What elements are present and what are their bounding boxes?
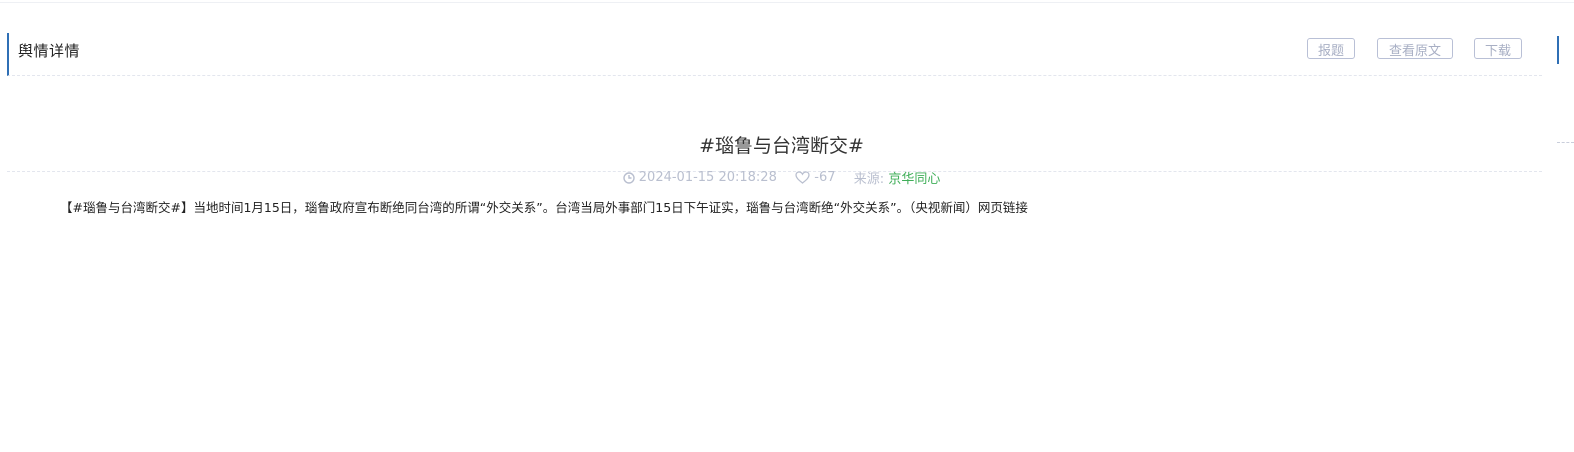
panel-title: 舆情详情 [18, 42, 81, 60]
article-header: #瑙鲁与台湾断交# 2024-01-15 20:18:28 -67 来源: 京华… [7, 109, 1542, 187]
top-divider [0, 2, 1574, 3]
source-label: 来源: [853, 172, 885, 187]
clock-icon [622, 170, 635, 185]
article-title: #瑙鲁与台湾断交# [699, 135, 864, 157]
adjacent-panel-accent [1557, 36, 1559, 64]
download-button[interactable]: 下载 [1474, 38, 1522, 59]
source-value[interactable]: 京华同心 [888, 168, 940, 187]
article-content: 【#瑙鲁与台湾断交#】当地时间1月15日，瑙鲁政府宣布断绝同台湾的所谓“外交关系… [60, 200, 1028, 215]
heart-icon [795, 170, 810, 185]
article-likes: -67 [814, 170, 836, 185]
adjacent-panel-divider [1557, 142, 1574, 143]
article-meta: 2024-01-15 20:18:28 -67 来源: 京华同心 [7, 168, 1556, 187]
panel-header: 舆情详情 报题 查看原文 下载 [7, 33, 1542, 76]
detail-panel: 舆情详情 报题 查看原文 下载 #瑙鲁与台湾断交# 2024-01-15 20:… [7, 33, 1542, 187]
article-datetime: 2024-01-15 20:18:28 [638, 170, 777, 185]
view-original-button[interactable]: 查看原文 [1377, 38, 1453, 59]
report-button[interactable]: 报题 [1307, 38, 1355, 59]
